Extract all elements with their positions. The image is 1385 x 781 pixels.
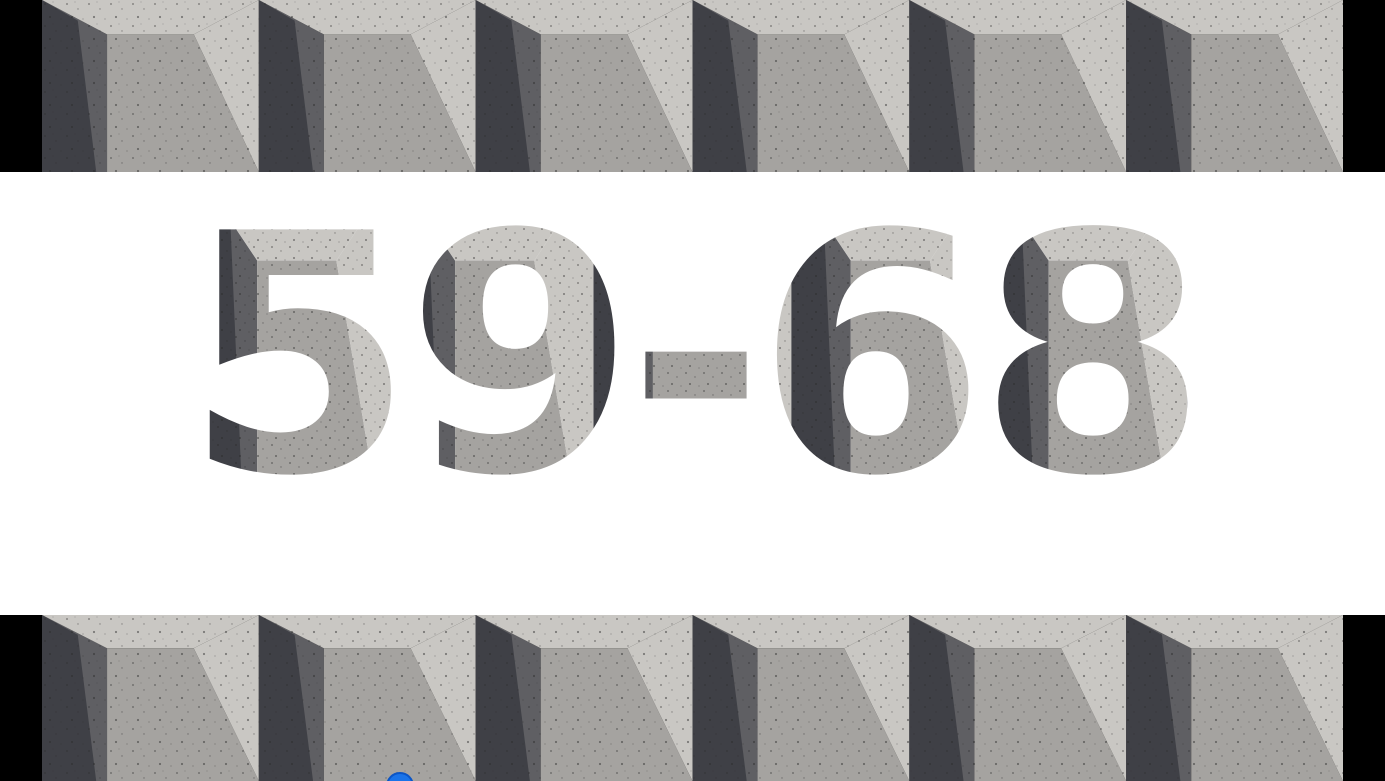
concrete-band-bottom xyxy=(42,615,1343,781)
concrete-pattern-top xyxy=(42,0,1343,172)
title-number-range: 59-68 59-68 xyxy=(184,172,1200,548)
concrete-band-top xyxy=(42,0,1343,172)
concrete-pattern-bottom xyxy=(42,615,1343,781)
slide-stage: 59-68 59-68 xyxy=(0,0,1385,781)
